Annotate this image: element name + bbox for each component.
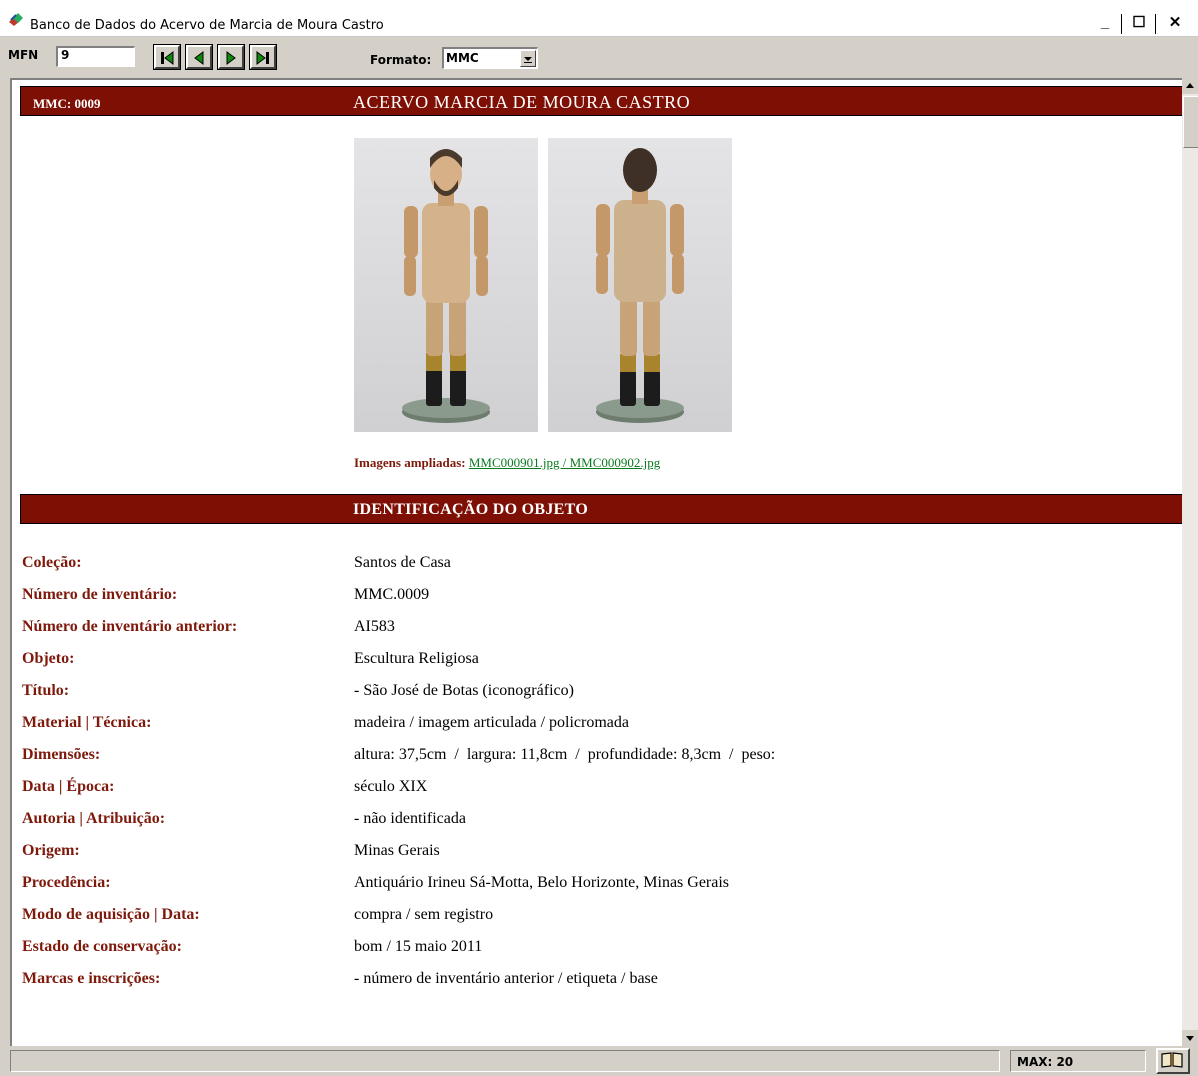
enlarged-images-link[interactable]: MMC000901.jpg / MMC000902.jpg (469, 455, 660, 470)
field-label: Marcas e inscrições: (22, 970, 161, 987)
mfn-input[interactable]: 9 (56, 46, 135, 67)
field-value: Escultura Religiosa (354, 650, 479, 667)
enlarged-images-label: Imagens ampliadas: (354, 455, 466, 470)
scroll-down-icon (1186, 1036, 1194, 1041)
field-label: Modo de aquisição | Data: (22, 906, 200, 923)
field-row: Modo de aquisição | Data: compra / sem r… (12, 906, 1172, 932)
scroll-thumb[interactable] (1183, 96, 1198, 148)
field-label: Estado de conservação: (22, 938, 182, 955)
format-value: MMC (446, 51, 479, 65)
field-row: Autoria | Atribuição: - não identificada (12, 810, 1172, 836)
status-message-panel (10, 1050, 1000, 1072)
section-header: IDENTIFICAÇÃO DO OBJETO (20, 494, 1182, 524)
field-value: altura: 37,5cm / largura: 11,8cm / profu… (354, 746, 776, 763)
field-value: - São José de Botas (iconográfico) (354, 682, 574, 699)
field-label: Origem: (22, 842, 80, 859)
previous-record-button[interactable] (185, 44, 213, 70)
record-view: MMC: 0009 ACERVO MARCIA DE MOURA CASTRO (10, 78, 1182, 1046)
format-dropdown-button[interactable] (520, 50, 536, 67)
vertical-scrollbar[interactable] (1182, 78, 1198, 1046)
field-label: Dimensões: (22, 746, 101, 763)
field-label: Material | Técnica: (22, 714, 152, 731)
object-photo-back (548, 138, 732, 432)
field-row: Número de inventário anterior: AI583 (12, 618, 1172, 644)
field-value: - não identificada (354, 810, 466, 827)
field-label: Título: (22, 682, 70, 699)
field-row: Data | Época: século XIX (12, 778, 1172, 804)
book-icon (1161, 1052, 1183, 1068)
record-code: MMC: 0009 (33, 96, 101, 111)
field-label: Número de inventário anterior: (22, 618, 238, 635)
field-row: Material | Técnica: madeira / imagem art… (12, 714, 1172, 740)
field-value: bom / 15 maio 2011 (354, 938, 483, 955)
format-select[interactable]: MMC (442, 47, 538, 69)
title-bar: Banco de Dados do Acervo de Marcia de Mo… (0, 0, 1198, 37)
field-value: Santos de Casa (354, 554, 451, 571)
chevron-down-icon (524, 57, 532, 63)
field-row: Coleção: Santos de Casa (12, 554, 1172, 580)
app-icon (9, 13, 23, 26)
field-row: Objeto: Escultura Religiosa (12, 650, 1172, 676)
book-button[interactable] (1156, 1048, 1190, 1074)
field-row: Título: - São José de Botas (iconográfic… (12, 682, 1172, 708)
field-value: século XIX (354, 778, 428, 795)
next-record-button[interactable] (217, 44, 245, 70)
mfn-label: MFN (8, 48, 39, 62)
field-label: Procedência: (22, 874, 111, 891)
field-value: Minas Gerais (354, 842, 440, 859)
titlebar-divider (1155, 14, 1156, 34)
collection-title: ACERVO MARCIA DE MOURA CASTRO (353, 92, 691, 112)
maximize-button[interactable]: ☐ (1124, 14, 1154, 34)
field-value: - número de inventário anterior / etique… (354, 970, 658, 987)
last-record-icon (256, 51, 269, 65)
field-label: Objeto: (22, 650, 75, 667)
field-value: Antiquário Irineu Sá-Motta, Belo Horizon… (354, 874, 730, 891)
max-records-indicator: MAX: 20 (1010, 1050, 1146, 1072)
scroll-up-button[interactable] (1182, 78, 1198, 94)
field-label: Número de inventário: (22, 586, 178, 603)
section-title: IDENTIFICAÇÃO DO OBJETO (353, 501, 589, 518)
first-record-button[interactable] (153, 44, 181, 70)
enlarged-images-caption: Imagens ampliadas: MMC000901.jpg / MMC00… (354, 455, 660, 471)
field-row: Marcas e inscrições: - número de inventá… (12, 970, 1172, 996)
field-row: Origem: Minas Gerais (12, 842, 1172, 868)
field-value: madeira / imagem articulada / policromad… (354, 714, 629, 731)
field-row: Número de inventário: MMC.0009 (12, 586, 1172, 612)
field-value: AI583 (354, 618, 395, 635)
field-label: Data | Época: (22, 778, 115, 795)
status-bar: MAX: 20 (0, 1046, 1198, 1076)
field-label: Autoria | Atribuição: (22, 810, 166, 827)
previous-record-icon (194, 51, 204, 65)
field-value: compra / sem registro (354, 906, 494, 923)
titlebar-divider (1121, 14, 1122, 34)
first-record-icon (161, 51, 174, 65)
field-row: Estado de conservação: bom / 15 maio 201… (12, 938, 1172, 964)
scroll-down-button[interactable] (1182, 1030, 1198, 1046)
window-title: Banco de Dados do Acervo de Marcia de Mo… (30, 18, 384, 33)
record-header: MMC: 0009 ACERVO MARCIA DE MOURA CASTRO (20, 86, 1182, 116)
next-record-icon (226, 51, 236, 65)
last-record-button[interactable] (249, 44, 277, 70)
field-label: Coleção: (22, 554, 82, 571)
field-row: Procedência: Antiquário Irineu Sá-Motta,… (12, 874, 1172, 900)
field-value: MMC.0009 (354, 586, 430, 603)
toolbar: MFN 9 Formato: MMC (0, 37, 1198, 77)
object-photo-front (354, 138, 538, 432)
field-row: Dimensões: altura: 37,5cm / largura: 11,… (12, 746, 1172, 772)
scroll-up-icon (1186, 83, 1194, 88)
minimize-button[interactable]: _ (1090, 14, 1120, 34)
close-button[interactable]: ✕ (1160, 14, 1190, 34)
format-label: Formato: (370, 53, 432, 67)
